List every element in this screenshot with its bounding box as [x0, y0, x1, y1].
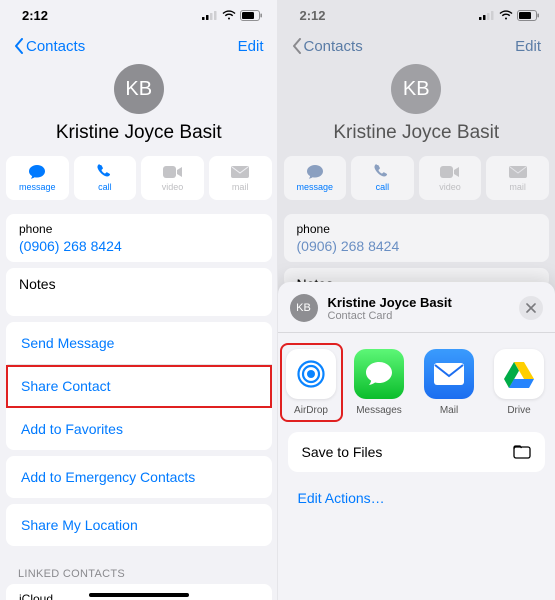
action-list-1: Send Message Share Contact Add to Favori… [6, 322, 272, 450]
share-location-row[interactable]: Share My Location [6, 504, 272, 546]
contact-name: Kristine Joyce Basit [56, 122, 222, 144]
action-list-2: Add to Emergency Contacts [6, 456, 272, 498]
video-action: video [419, 156, 482, 200]
nav-bar: Contacts Edit [278, 30, 555, 62]
add-emergency-row[interactable]: Add to Emergency Contacts [6, 456, 272, 498]
messages-app-icon [364, 360, 394, 388]
linked-contact-row[interactable]: iCloud Kristine Joyce Basit › [6, 584, 272, 600]
back-label: Contacts [26, 38, 85, 55]
share-contact-row[interactable]: Share Contact [6, 365, 272, 408]
sheet-title: Kristine Joyce Basit [328, 295, 452, 310]
chevron-left-icon [292, 38, 302, 54]
mail-action: mail [209, 156, 272, 200]
message-action[interactable]: message [284, 156, 347, 200]
folder-icon [513, 444, 531, 460]
share-sheet-screen: 2:12 Contacts Edit KB Kristine Joyce Bas… [278, 0, 555, 600]
phone-value: (0906) 268 8424 [19, 238, 259, 254]
cellular-icon [202, 10, 218, 20]
drive-icon [503, 360, 535, 388]
save-to-files[interactable]: Save to Files [288, 432, 546, 472]
edit-button[interactable]: Edit [515, 38, 541, 55]
quick-actions: message call video mail [0, 144, 278, 208]
nav-bar: Contacts Edit [0, 30, 278, 62]
back-button[interactable]: Contacts [292, 38, 363, 55]
drive-share[interactable]: Drive [492, 349, 547, 416]
messages-share[interactable]: Messages [352, 349, 407, 416]
phone-card[interactable]: phone (0906) 268 8424 [6, 214, 272, 262]
phone-icon [97, 164, 113, 180]
status-bar: 2:12 [0, 0, 278, 30]
action-list-3: Share My Location [6, 504, 272, 546]
notes-label: Notes [19, 276, 259, 292]
share-apps-row: AirDrop Messages Mail [278, 333, 555, 426]
home-indicator[interactable] [89, 593, 189, 597]
call-action[interactable]: call [351, 156, 414, 200]
video-icon [440, 166, 460, 178]
close-icon [526, 303, 536, 313]
status-time: 2:12 [22, 8, 48, 23]
contact-detail-screen: 2:12 Contacts Edit KB Kristine Joyce Bas… [0, 0, 278, 600]
avatar: KB [391, 64, 441, 114]
mail-icon [509, 166, 527, 178]
send-message-row[interactable]: Send Message [6, 322, 272, 365]
call-action[interactable]: call [74, 156, 137, 200]
wifi-icon [222, 10, 236, 20]
phone-label: phone [19, 222, 259, 236]
edit-actions[interactable]: Edit Actions… [278, 478, 555, 518]
mail-app-icon [433, 362, 465, 386]
message-icon [306, 164, 324, 180]
battery-icon [240, 10, 262, 21]
message-action[interactable]: message [6, 156, 69, 200]
video-action: video [141, 156, 204, 200]
add-favorites-row[interactable]: Add to Favorites [6, 408, 272, 450]
share-sheet: KB Kristine Joyce Basit Contact Card Air… [278, 282, 555, 600]
linked-header: LINKED CONTACTS [0, 552, 278, 584]
edit-button[interactable]: Edit [238, 38, 264, 55]
contact-name: Kristine Joyce Basit [333, 122, 499, 144]
status-bar: 2:12 [278, 0, 555, 30]
phone-icon [374, 164, 390, 180]
back-button[interactable]: Contacts [14, 38, 85, 55]
chevron-left-icon [14, 38, 24, 54]
notes-card[interactable]: Notes [6, 268, 272, 316]
phone-card[interactable]: phone (0906) 268 8424 [284, 214, 550, 262]
avatar: KB [114, 64, 164, 114]
mail-action: mail [486, 156, 549, 200]
sheet-subtitle: Contact Card [328, 310, 452, 322]
airdrop-icon [294, 357, 328, 391]
mail-share[interactable]: Mail [422, 349, 477, 416]
mail-icon [231, 166, 249, 178]
cellular-icon [479, 10, 495, 20]
battery-icon [517, 10, 539, 21]
message-icon [28, 164, 46, 180]
video-icon [163, 166, 183, 178]
sheet-avatar: KB [290, 294, 318, 322]
close-button[interactable] [519, 296, 543, 320]
wifi-icon [499, 10, 513, 20]
airdrop-share[interactable]: AirDrop [284, 347, 339, 418]
